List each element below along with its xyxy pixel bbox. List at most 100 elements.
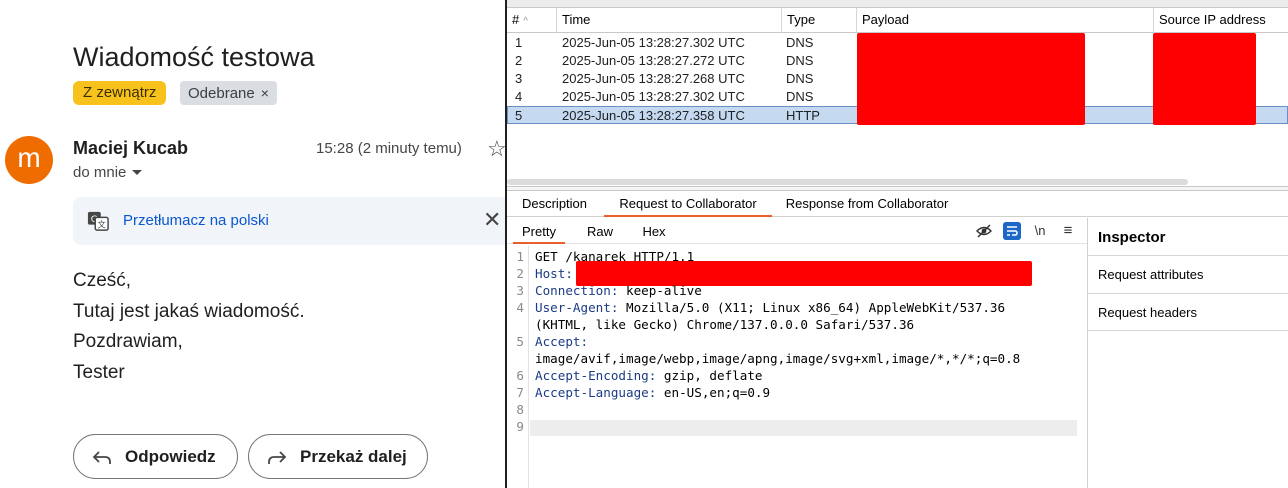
header-value: keep-alive bbox=[618, 283, 702, 298]
column-number[interactable]: # ^ bbox=[507, 8, 557, 33]
label-external[interactable]: Z zewnątrz bbox=[73, 81, 167, 105]
row-time: 2025-Jun-05 13:28:27.268 UTC bbox=[562, 71, 745, 86]
word-wrap-icon[interactable] bbox=[1003, 222, 1021, 240]
interactions-table-header: # ^ Time Type Payload Source IP address bbox=[507, 8, 1288, 33]
email-body: Cześć, Tutaj jest jakaś wiadomość. Pozdr… bbox=[73, 266, 305, 388]
row-number: 5 bbox=[515, 108, 523, 123]
current-line-highlight bbox=[530, 420, 1077, 436]
show-newlines-toggle[interactable]: \n bbox=[1031, 222, 1049, 240]
table-toolbar bbox=[507, 0, 1288, 8]
tab-pretty[interactable]: Pretty bbox=[513, 218, 565, 244]
forward-icon bbox=[268, 450, 287, 464]
translate-bar: G 文 Przetłumacz na polski ✕ bbox=[73, 197, 505, 245]
header-key: Accept: bbox=[535, 334, 589, 349]
row-type: HTTP bbox=[786, 108, 820, 123]
column-label: # bbox=[512, 12, 520, 27]
column-type[interactable]: Type bbox=[782, 8, 857, 33]
header-key: User-Agent: bbox=[535, 300, 619, 315]
label-remove-icon[interactable]: × bbox=[261, 85, 269, 101]
header-value: gzip, deflate bbox=[656, 368, 763, 383]
line-text: (KHTML, like Gecko) Chrome/137.0.0.0 Saf… bbox=[535, 317, 915, 332]
line-number: 4 bbox=[516, 300, 524, 315]
row-number: 2 bbox=[515, 53, 523, 68]
body-line: Tester bbox=[73, 361, 125, 383]
inspector-panel: Inspector Request attributes Request hea… bbox=[1087, 218, 1288, 488]
tab-description[interactable]: Description bbox=[511, 193, 598, 217]
body-line: Cześć, bbox=[73, 270, 132, 291]
line-number: 1 bbox=[516, 249, 524, 264]
header-value: Mozilla/5.0 (X11; Linux x86_64) AppleWeb… bbox=[618, 300, 1006, 315]
email-view: Wiadomość testowa Z zewnątrz Odebrane × m… bbox=[0, 0, 505, 488]
source-ip-redaction bbox=[1153, 33, 1256, 125]
line-number: 5 bbox=[516, 334, 524, 349]
pane-splitter[interactable] bbox=[507, 186, 1288, 191]
tab-hex[interactable]: Hex bbox=[635, 218, 673, 244]
star-icon[interactable]: ☆ bbox=[487, 136, 505, 162]
detail-tabs: Description Request to Collaborator Resp… bbox=[507, 193, 1288, 217]
reply-button[interactable]: Odpowiedz bbox=[73, 434, 238, 479]
inspector-request-attributes[interactable]: Request attributes bbox=[1088, 255, 1288, 293]
label-inbox[interactable]: Odebrane × bbox=[180, 81, 277, 105]
header-key: Connection: bbox=[535, 283, 619, 298]
email-timestamp: 15:28 (2 minuty temu) bbox=[316, 140, 462, 157]
translate-link[interactable]: Przetłumacz na polski bbox=[123, 212, 269, 229]
menu-icon[interactable]: ≡ bbox=[1059, 222, 1077, 240]
tab-request-to-collaborator[interactable]: Request to Collaborator bbox=[604, 193, 772, 217]
column-payload[interactable]: Payload bbox=[857, 8, 1154, 33]
row-type: DNS bbox=[786, 53, 814, 68]
header-key: Accept-Encoding: bbox=[535, 368, 657, 383]
payload-redaction bbox=[857, 33, 1085, 125]
row-time: 2025-Jun-05 13:28:27.272 UTC bbox=[562, 53, 745, 68]
line-number: 7 bbox=[516, 385, 524, 400]
tab-response-from-collaborator[interactable]: Response from Collaborator bbox=[780, 193, 954, 217]
reply-label: Odpowiedz bbox=[125, 446, 216, 466]
row-type: DNS bbox=[786, 35, 814, 50]
avatar[interactable]: m bbox=[5, 136, 53, 184]
line-number: 8 bbox=[516, 402, 524, 417]
line-number: 6 bbox=[516, 368, 524, 383]
body-line: Tutaj jest jakaś wiadomość. bbox=[73, 300, 305, 322]
line-text: Connection: keep-alive bbox=[535, 283, 702, 298]
line-number: 3 bbox=[516, 283, 524, 298]
reply-icon bbox=[92, 450, 111, 464]
column-time[interactable]: Time bbox=[557, 8, 782, 33]
inspector-title: Inspector bbox=[1098, 229, 1166, 246]
row-number: 3 bbox=[515, 71, 523, 86]
line-text: Accept-Language: en-US,en;q=0.9 bbox=[535, 385, 770, 400]
row-time: 2025-Jun-05 13:28:27.358 UTC bbox=[562, 108, 745, 123]
tab-raw[interactable]: Raw bbox=[580, 218, 620, 244]
row-type: DNS bbox=[786, 71, 814, 86]
chevron-down-icon bbox=[132, 170, 143, 175]
header-value: en-US,en;q=0.9 bbox=[656, 385, 771, 400]
close-icon[interactable]: ✕ bbox=[483, 209, 501, 231]
hide-non-printable-icon[interactable] bbox=[975, 222, 993, 240]
body-line: Pozdrawiam, bbox=[73, 331, 183, 352]
line-text: Accept-Encoding: gzip, deflate bbox=[535, 368, 762, 383]
collaborator-panel: # ^ Time Type Payload Source IP address 1… bbox=[507, 0, 1288, 488]
line-text: image/avif,image/webp,image/apng,image/s… bbox=[535, 351, 1021, 366]
label-inbox-text: Odebrane bbox=[188, 85, 255, 102]
horizontal-scrollbar[interactable] bbox=[507, 179, 1188, 185]
forward-button[interactable]: Przekaż dalej bbox=[248, 434, 428, 479]
line-number: 9 bbox=[516, 419, 524, 434]
svg-text:文: 文 bbox=[98, 219, 106, 229]
inspector-request-headers[interactable]: Request headers bbox=[1088, 293, 1288, 331]
request-editor[interactable]: 1 GET /kanarek HTTP/1.1 2 Host: 3 Connec… bbox=[507, 246, 1087, 488]
line-text: User-Agent: Mozilla/5.0 (X11; Linux x86_… bbox=[535, 300, 1005, 315]
row-number: 1 bbox=[515, 35, 523, 50]
header-key: Accept-Language: bbox=[535, 385, 657, 400]
sender-name[interactable]: Maciej Kucab bbox=[73, 138, 188, 159]
line-number: 2 bbox=[516, 266, 524, 281]
recipients-label: do mnie bbox=[73, 164, 127, 181]
column-source-ip[interactable]: Source IP address bbox=[1154, 8, 1288, 33]
row-number: 4 bbox=[515, 89, 523, 104]
row-time: 2025-Jun-05 13:28:27.302 UTC bbox=[562, 35, 745, 50]
header-key: Host: bbox=[535, 266, 573, 281]
request-pane: Pretty Raw Hex \n ≡ 1 GET /kanarek HTTP/… bbox=[507, 218, 1087, 488]
recipients-toggle[interactable]: do mnie bbox=[73, 164, 143, 181]
row-time: 2025-Jun-05 13:28:27.302 UTC bbox=[562, 89, 745, 104]
view-tabs: Pretty Raw Hex \n ≡ bbox=[507, 218, 1087, 244]
sort-ascending-icon: ^ bbox=[523, 16, 528, 27]
row-type: DNS bbox=[786, 89, 814, 104]
translate-icon: G 文 bbox=[87, 211, 109, 231]
